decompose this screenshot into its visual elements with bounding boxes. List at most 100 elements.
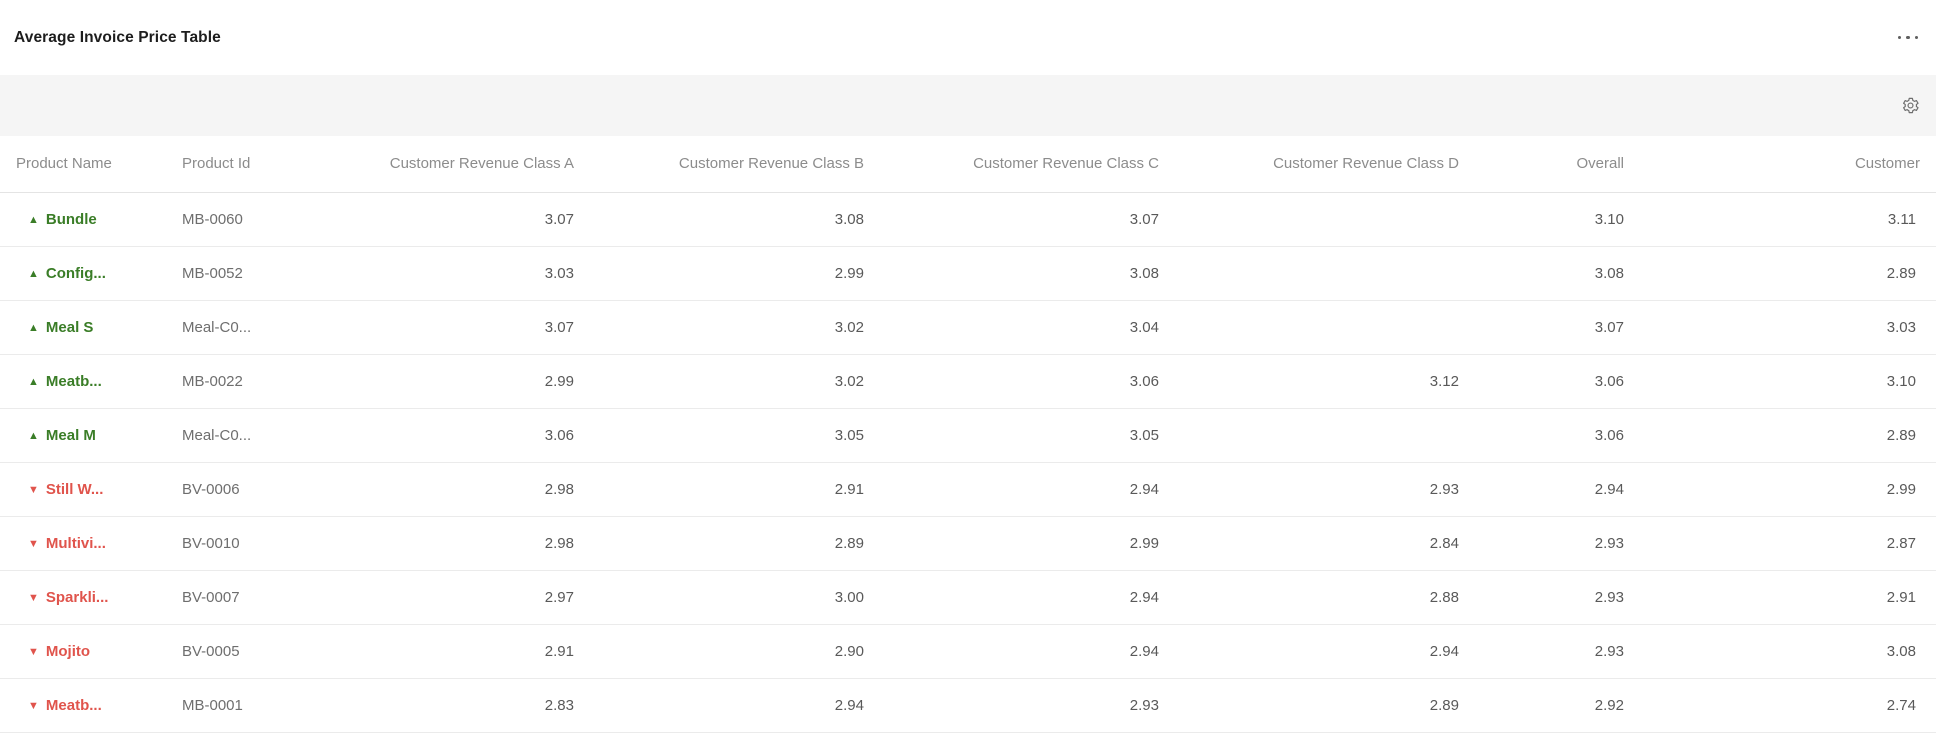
class-c-value: 2.94 [880,462,1175,517]
trend-down-icon: ▼ [28,645,39,658]
class-d-value: 2.93 [1175,462,1475,517]
table-row[interactable]: ▼ Meatb... MB-0001 2.83 2.94 2.93 2.89 2.… [0,678,1936,733]
class-c-value: 2.94 [880,624,1175,679]
product-name: Bundle [45,210,97,228]
product-id: BV-0007 [170,570,300,625]
class-b-value: 2.99 [590,246,880,301]
class-a-value: 2.97 [300,570,590,625]
class-b-value: 2.94 [590,678,880,733]
average-invoice-price-table: Product Name Product Id Customer Revenue… [0,136,1936,733]
trend-up-icon: ▲ [28,213,39,226]
class-a-value: 2.98 [300,462,590,517]
table-row[interactable]: ▼ Still W... BV-0006 2.98 2.91 2.94 2.93 … [0,462,1936,517]
class-b-value: 2.90 [590,624,880,679]
product-name: Config... [45,264,106,282]
product-id: MB-0001 [170,678,300,733]
gear-icon [1903,97,1919,114]
customer-value: 3.08 [1640,624,1936,679]
class-a-value: 3.07 [300,300,590,355]
class-c-value: 3.05 [880,408,1175,463]
customer-value: 3.11 [1640,192,1936,247]
class-d-value: 2.84 [1175,516,1475,571]
class-d-value: 2.88 [1175,570,1475,625]
customer-value: 2.74 [1640,678,1936,733]
product-name: Sparkli... [45,588,109,606]
class-c-value: 2.93 [880,678,1175,733]
customer-value: 2.89 [1640,408,1936,463]
product-name: Mojito [45,642,91,660]
table-row[interactable]: ▼ Mojito BV-0005 2.91 2.90 2.94 2.94 2.93… [0,624,1936,679]
product-id: BV-0005 [170,624,300,679]
table-row[interactable]: ▲ Bundle MB-0060 3.07 3.08 3.07 3.10 3.11 [0,192,1936,247]
overall-value: 3.10 [1475,192,1640,247]
class-c-value: 3.04 [880,300,1175,355]
column-header-class-a[interactable]: Customer Revenue Class A [300,136,590,193]
column-header-product-name[interactable]: Product Name [0,136,170,193]
class-b-value: 3.08 [590,192,880,247]
class-a-value: 3.03 [300,246,590,301]
column-header-class-c[interactable]: Customer Revenue Class C [880,136,1175,193]
customer-value: 2.89 [1640,246,1936,301]
customer-value: 3.03 [1640,300,1936,355]
product-id: Meal-C0... [170,300,300,355]
product-id: BV-0010 [170,516,300,571]
class-a-value: 3.07 [300,192,590,247]
class-c-value: 2.99 [880,516,1175,571]
overall-value: 2.93 [1475,516,1640,571]
class-b-value: 3.02 [590,354,880,409]
product-name: Multivi... [45,534,106,552]
class-c-value: 3.08 [880,246,1175,301]
product-name: Meatb... [45,372,102,390]
customer-value: 2.87 [1640,516,1936,571]
column-header-class-d[interactable]: Customer Revenue Class D [1175,136,1475,193]
column-header-overall[interactable]: Overall [1475,136,1640,193]
average-invoice-price-widget: Average Invoice Price Table Product Name… [0,0,1936,740]
class-d-value [1175,408,1475,463]
class-a-value: 2.98 [300,516,590,571]
class-c-value: 3.07 [880,192,1175,247]
table-row[interactable]: ▲ Meal M Meal-C0... 3.06 3.05 3.05 3.06 2… [0,408,1936,463]
column-header-customer[interactable]: Customer [1640,136,1936,193]
ellipsis-dot-icon [1914,35,1918,40]
product-id: MB-0052 [170,246,300,301]
trend-down-icon: ▼ [28,483,39,496]
customer-value: 2.99 [1640,462,1936,517]
ellipsis-dot-icon [1897,35,1901,40]
trend-down-icon: ▼ [28,699,39,712]
product-name: Meatb... [45,696,102,714]
table-row[interactable]: ▲ Meal S Meal-C0... 3.07 3.02 3.04 3.07 3… [0,300,1936,355]
column-header-class-b[interactable]: Customer Revenue Class B [590,136,880,193]
trend-down-icon: ▼ [28,537,39,550]
class-b-value: 2.91 [590,462,880,517]
overall-value: 3.07 [1475,300,1640,355]
more-options-button[interactable] [1894,28,1923,48]
overall-value: 2.93 [1475,570,1640,625]
product-id: BV-0006 [170,462,300,517]
overall-value: 3.08 [1475,246,1640,301]
widget-title: Average Invoice Price Table [14,28,221,46]
class-a-value: 2.91 [300,624,590,679]
table-row[interactable]: ▼ Multivi... BV-0010 2.98 2.89 2.99 2.84 … [0,516,1936,571]
product-id: MB-0060 [170,192,300,247]
widget-titlebar: Average Invoice Price Table [0,0,1936,75]
overall-value: 2.94 [1475,462,1640,517]
widget-toolbar [0,75,1936,136]
class-b-value: 3.05 [590,408,880,463]
product-name: Still W... [45,480,104,498]
product-name: Meal M [45,426,96,444]
class-b-value: 3.00 [590,570,880,625]
table-row[interactable]: ▲ Config... MB-0052 3.03 2.99 3.08 3.08 2… [0,246,1936,301]
table-row[interactable]: ▼ Sparkli... BV-0007 2.97 3.00 2.94 2.88 … [0,570,1936,625]
trend-up-icon: ▲ [28,267,39,280]
class-d-value: 2.94 [1175,624,1475,679]
class-c-value: 3.06 [880,354,1175,409]
trend-up-icon: ▲ [28,375,39,388]
settings-gear-button[interactable] [1897,92,1924,119]
column-header-product-id[interactable]: Product Id [170,136,300,193]
table-row[interactable]: ▲ Meatb... MB-0022 2.99 3.02 3.06 3.12 3.… [0,354,1936,409]
product-id: MB-0022 [170,354,300,409]
trend-up-icon: ▲ [28,321,39,334]
class-d-value [1175,300,1475,355]
customer-value: 3.10 [1640,354,1936,409]
ellipsis-dot-icon [1906,35,1910,40]
